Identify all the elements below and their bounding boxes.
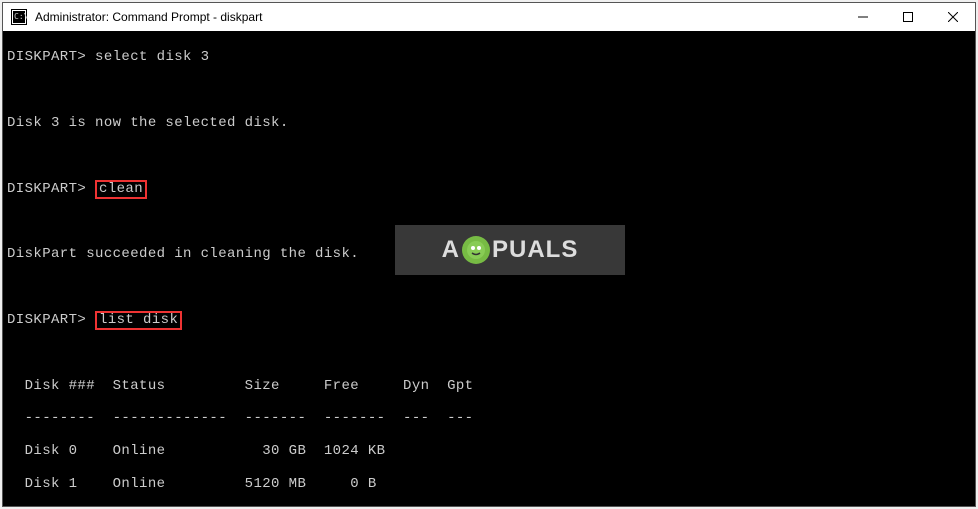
maximize-button[interactable] <box>885 3 930 31</box>
output-text: Disk 3 is now the selected disk. <box>7 115 975 131</box>
prompt: DISKPART> <box>7 181 86 197</box>
terminal-output[interactable]: DISKPART> select disk 3 Disk 3 is now th… <box>3 31 975 506</box>
output-text: DiskPart succeeded in cleaning the disk. <box>7 246 975 262</box>
prompt: DISKPART> <box>7 312 86 328</box>
cmd-window: C:\ Administrator: Command Prompt - disk… <box>2 2 976 507</box>
table-header: Disk ### Status Size Free Dyn Gpt <box>7 378 975 394</box>
minimize-button[interactable] <box>840 3 885 31</box>
table-divider: -------- ------------- ------- ------- -… <box>7 410 975 426</box>
close-button[interactable] <box>930 3 975 31</box>
cmd-text: select disk 3 <box>95 49 209 65</box>
highlighted-cmd: list disk <box>95 311 182 330</box>
highlighted-cmd: clean <box>95 180 147 199</box>
titlebar[interactable]: C:\ Administrator: Command Prompt - disk… <box>3 3 975 31</box>
window-title: Administrator: Command Prompt - diskpart <box>33 10 840 24</box>
window-controls <box>840 3 975 31</box>
table-row: Disk 0 Online 30 GB 1024 KB <box>7 443 975 459</box>
svg-text:C:\: C:\ <box>14 12 27 21</box>
table-row: Disk 1 Online 5120 MB 0 B <box>7 476 975 492</box>
prompt: DISKPART> <box>7 49 86 65</box>
cmd-icon: C:\ <box>11 9 27 25</box>
